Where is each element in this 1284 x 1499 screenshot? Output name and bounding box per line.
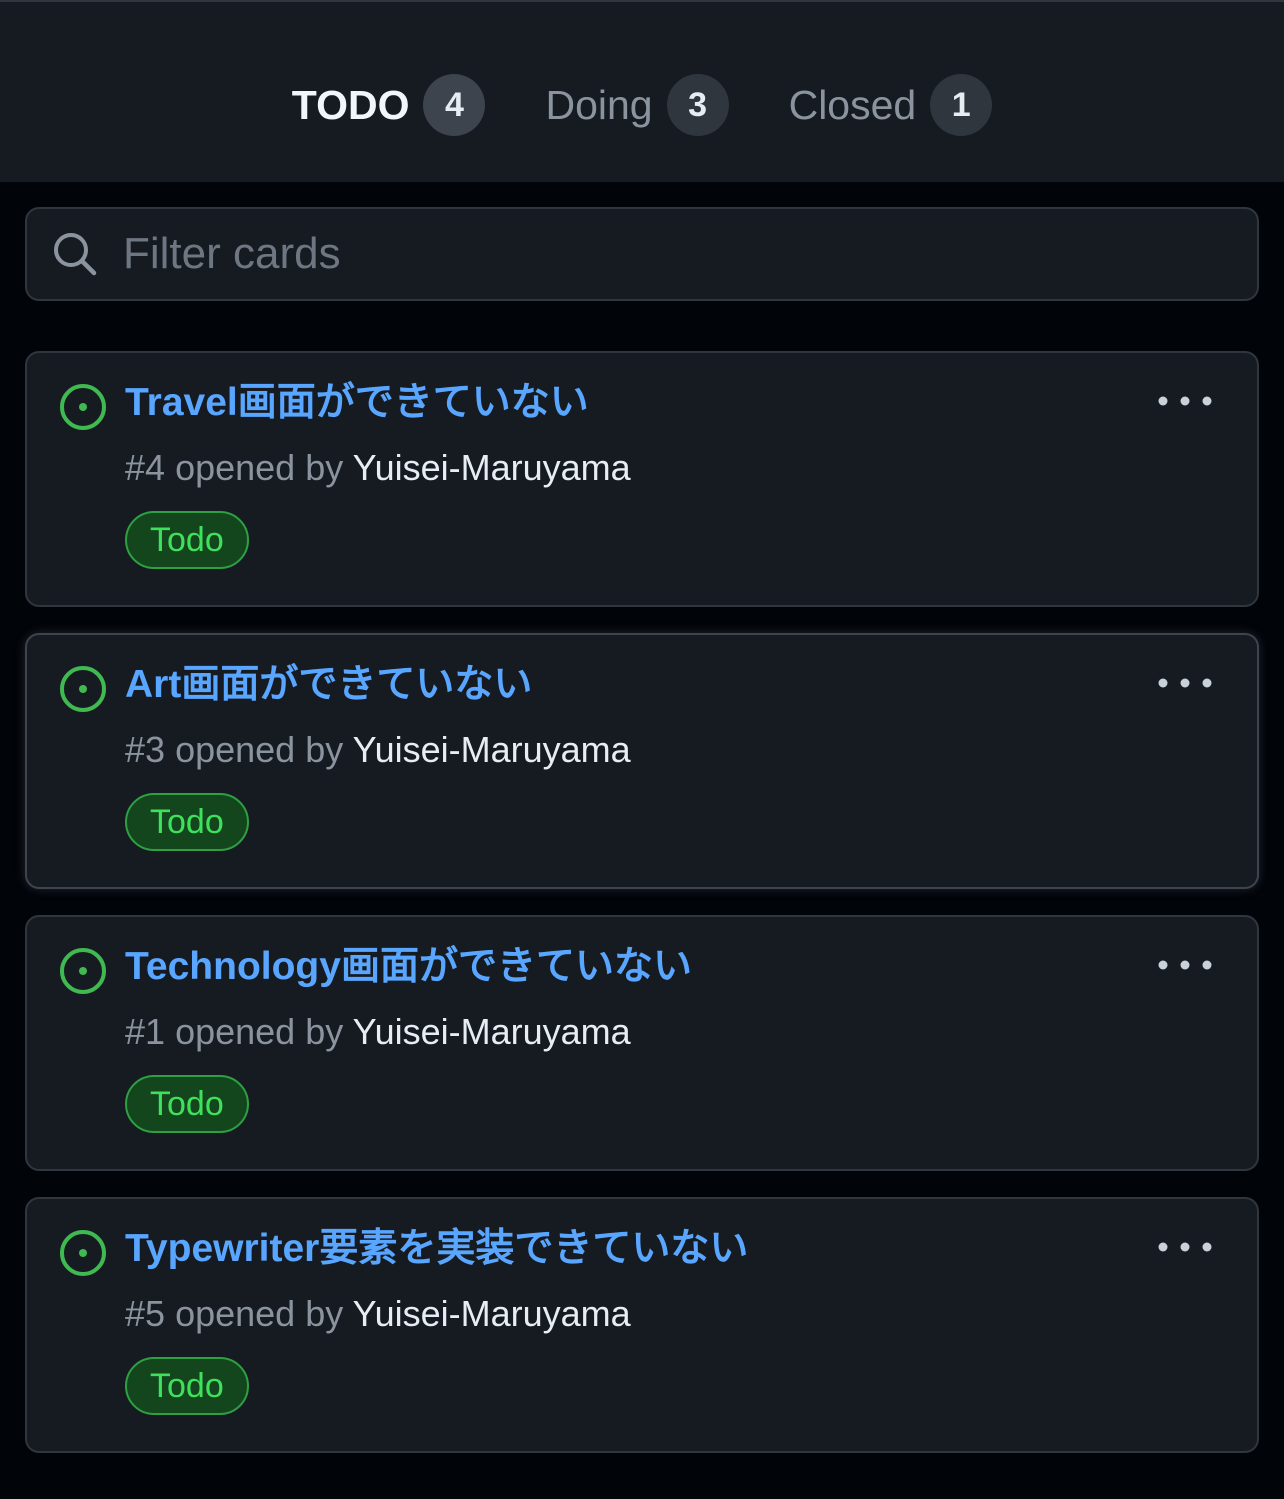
issue-meta: #3 opened by Yuisei-Maruyama bbox=[125, 725, 631, 775]
issue-number: #4 bbox=[125, 447, 166, 488]
more-options-button[interactable] bbox=[1157, 1229, 1213, 1265]
tab-count-badge: 4 bbox=[423, 74, 486, 136]
author-link[interactable]: Yuisei-Maruyama bbox=[353, 1011, 631, 1052]
issue-opened-icon bbox=[59, 383, 107, 431]
status-label-pill[interactable]: Todo bbox=[125, 793, 249, 851]
author-link[interactable]: Yuisei-Maruyama bbox=[353, 447, 631, 488]
issue-card[interactable]: Technology画面ができていない #1 opened by Yuisei-… bbox=[25, 915, 1259, 1171]
issue-meta: #4 opened by Yuisei-Maruyama bbox=[125, 443, 631, 493]
issue-meta: #1 opened by Yuisei-Maruyama bbox=[125, 1007, 631, 1057]
tab-closed[interactable]: Closed 1 bbox=[789, 74, 993, 136]
status-label-pill[interactable]: Todo bbox=[125, 1357, 249, 1415]
status-tabs: TODO 4 Doing 3 Closed 1 bbox=[0, 74, 1284, 136]
issue-number: #5 bbox=[125, 1293, 166, 1334]
tab-count-badge: 3 bbox=[666, 74, 729, 136]
issue-card[interactable]: Art画面ができていない #3 opened by Yuisei-Maruyam… bbox=[25, 633, 1259, 889]
issue-card[interactable]: Typewriter要素を実装できていない #5 opened by Yuise… bbox=[25, 1197, 1259, 1453]
tab-label: Closed bbox=[788, 82, 917, 128]
tab-doing[interactable]: Doing 3 bbox=[545, 74, 729, 136]
more-options-button[interactable] bbox=[1157, 665, 1213, 701]
tab-label: TODO bbox=[291, 82, 410, 128]
filter-cards-input[interactable] bbox=[123, 214, 1257, 294]
opened-by-text: opened by bbox=[175, 447, 344, 488]
issue-number: #1 bbox=[125, 1011, 166, 1052]
opened-by-text: opened by bbox=[175, 1011, 344, 1052]
card-list: Travel画面ができていない #4 opened by Yuisei-Maru… bbox=[25, 351, 1259, 1479]
issue-meta: #5 opened by Yuisei-Maruyama bbox=[125, 1289, 631, 1339]
issue-opened-icon bbox=[59, 947, 107, 995]
issue-title-link[interactable]: Technology画面ができていない bbox=[125, 941, 692, 993]
more-options-button[interactable] bbox=[1157, 383, 1213, 419]
issue-title-link[interactable]: Typewriter要素を実装できていない bbox=[125, 1223, 748, 1275]
issue-title-link[interactable]: Travel画面ができていない bbox=[125, 377, 589, 429]
tab-count-badge: 1 bbox=[930, 74, 993, 136]
issue-title-link[interactable]: Art画面ができていない bbox=[125, 659, 532, 711]
status-label-pill[interactable]: Todo bbox=[125, 1075, 249, 1133]
author-link[interactable]: Yuisei-Maruyama bbox=[353, 729, 631, 770]
filter-search-box bbox=[25, 207, 1259, 301]
kebab-horizontal-icon bbox=[1158, 678, 1212, 688]
issue-opened-icon bbox=[59, 1229, 107, 1277]
column-header: TODO 4 Doing 3 Closed 1 bbox=[0, 0, 1284, 182]
issue-card[interactable]: Travel画面ができていない #4 opened by Yuisei-Maru… bbox=[25, 351, 1259, 607]
kebab-horizontal-icon bbox=[1158, 960, 1212, 970]
author-link[interactable]: Yuisei-Maruyama bbox=[353, 1293, 631, 1334]
kebab-horizontal-icon bbox=[1158, 1242, 1212, 1252]
kebab-horizontal-icon bbox=[1158, 396, 1212, 406]
tab-label: Doing bbox=[545, 82, 653, 128]
issue-opened-icon bbox=[59, 665, 107, 713]
more-options-button[interactable] bbox=[1157, 947, 1213, 983]
opened-by-text: opened by bbox=[175, 1293, 344, 1334]
opened-by-text: opened by bbox=[175, 729, 344, 770]
status-label-pill[interactable]: Todo bbox=[125, 511, 249, 569]
issue-number: #3 bbox=[125, 729, 166, 770]
tab-todo[interactable]: TODO 4 bbox=[292, 74, 486, 136]
search-icon bbox=[27, 207, 123, 301]
